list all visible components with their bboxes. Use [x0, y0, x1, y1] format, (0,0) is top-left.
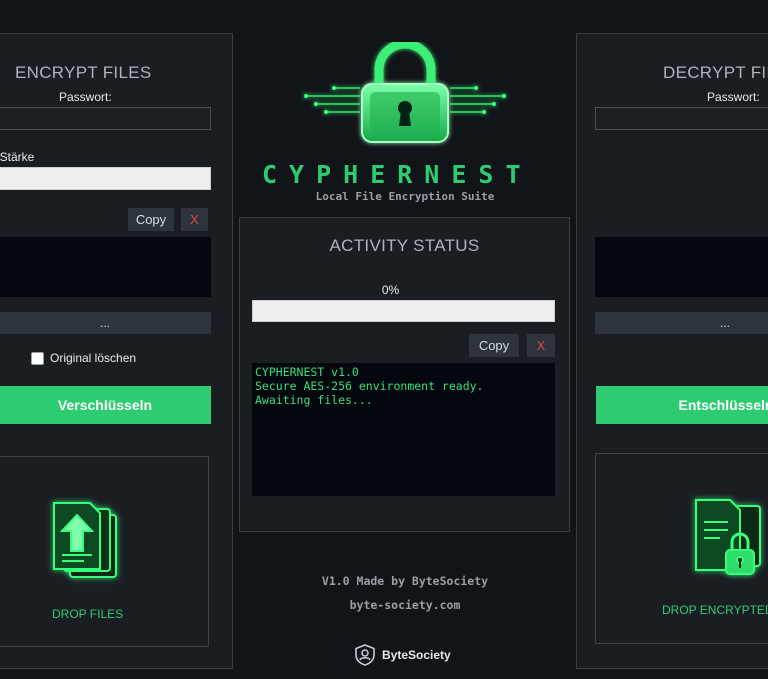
encrypt-password-label: Passwort:: [59, 90, 112, 104]
padlock-circuit-icon: [304, 42, 506, 143]
encrypt-drop-label: DROP FILES: [52, 607, 124, 621]
log-line: Secure AES-256 environment ready.: [255, 379, 484, 393]
activity-clear-button[interactable]: X: [527, 334, 555, 357]
locked-file-icon: [695, 499, 761, 575]
decrypt-drop-zone[interactable]: DROP ENCRYPTED F: [595, 453, 768, 644]
encrypt-key-output[interactable]: [0, 237, 211, 297]
decrypt-title: DECRYPT FILE: [663, 63, 768, 82]
activity-panel: ACTIVITY STATUS 0% Copy X CYPHERNEST v1.…: [239, 217, 570, 532]
decrypt-key-input[interactable]: [595, 237, 768, 297]
encrypt-drop-zone[interactable]: DROP FILES: [0, 456, 209, 647]
brand-name: CYPHERNEST: [262, 160, 533, 189]
encrypt-clear-button[interactable]: X: [181, 208, 208, 231]
decrypt-password-label: Passwort:: [707, 90, 760, 104]
footer-version: V1.0 Made by ByteSociety: [321, 574, 489, 588]
footer-logo: ByteSociety: [353, 643, 451, 667]
delete-original-option[interactable]: Original löschen: [31, 351, 136, 365]
decrypt-button[interactable]: Entschlüsseln: [596, 386, 768, 424]
file-upload-icon: [53, 502, 117, 578]
log-line: Awaiting files...: [255, 393, 373, 407]
log-line: CYPHERNEST v1.0: [255, 365, 359, 379]
encrypt-browse-button[interactable]: ...: [0, 312, 211, 334]
footer-logo-text: ByteSociety: [382, 648, 451, 662]
decrypt-browse-button[interactable]: ...: [595, 312, 768, 334]
progress-text: 0%: [381, 283, 400, 297]
encrypt-title: ENCRYPT FILES: [15, 63, 152, 82]
decrypt-panel: DECRYPT FILE Passwort: ... Entschlüsseln: [576, 33, 768, 669]
activity-title: ACTIVITY STATUS: [329, 236, 480, 255]
delete-original-checkbox[interactable]: [31, 351, 44, 365]
activity-log[interactable]: CYPHERNEST v1.0 Secure AES-256 environme…: [252, 363, 555, 496]
bytesociety-logo-icon: [355, 644, 375, 666]
activity-copy-button[interactable]: Copy: [469, 334, 519, 357]
brand-tagline: Local File Encryption Suite: [315, 190, 495, 203]
encrypt-password-input[interactable]: [0, 107, 211, 130]
encrypt-button[interactable]: Verschlüsseln: [0, 386, 211, 424]
encrypt-copy-button[interactable]: Copy: [128, 208, 174, 231]
decrypt-drop-label: DROP ENCRYPTED F: [662, 603, 768, 617]
encrypt-strength-label: t Stärke: [0, 150, 35, 164]
decrypt-password-input[interactable]: [595, 107, 768, 130]
encrypt-panel: ENCRYPT FILES Passwort: t Stärke Copy X …: [0, 33, 233, 669]
encrypt-strength-bar: [0, 167, 211, 190]
progress-bar: [252, 300, 555, 322]
footer-website[interactable]: byte-society.com: [240, 598, 570, 612]
delete-original-label: Original löschen: [50, 351, 137, 365]
